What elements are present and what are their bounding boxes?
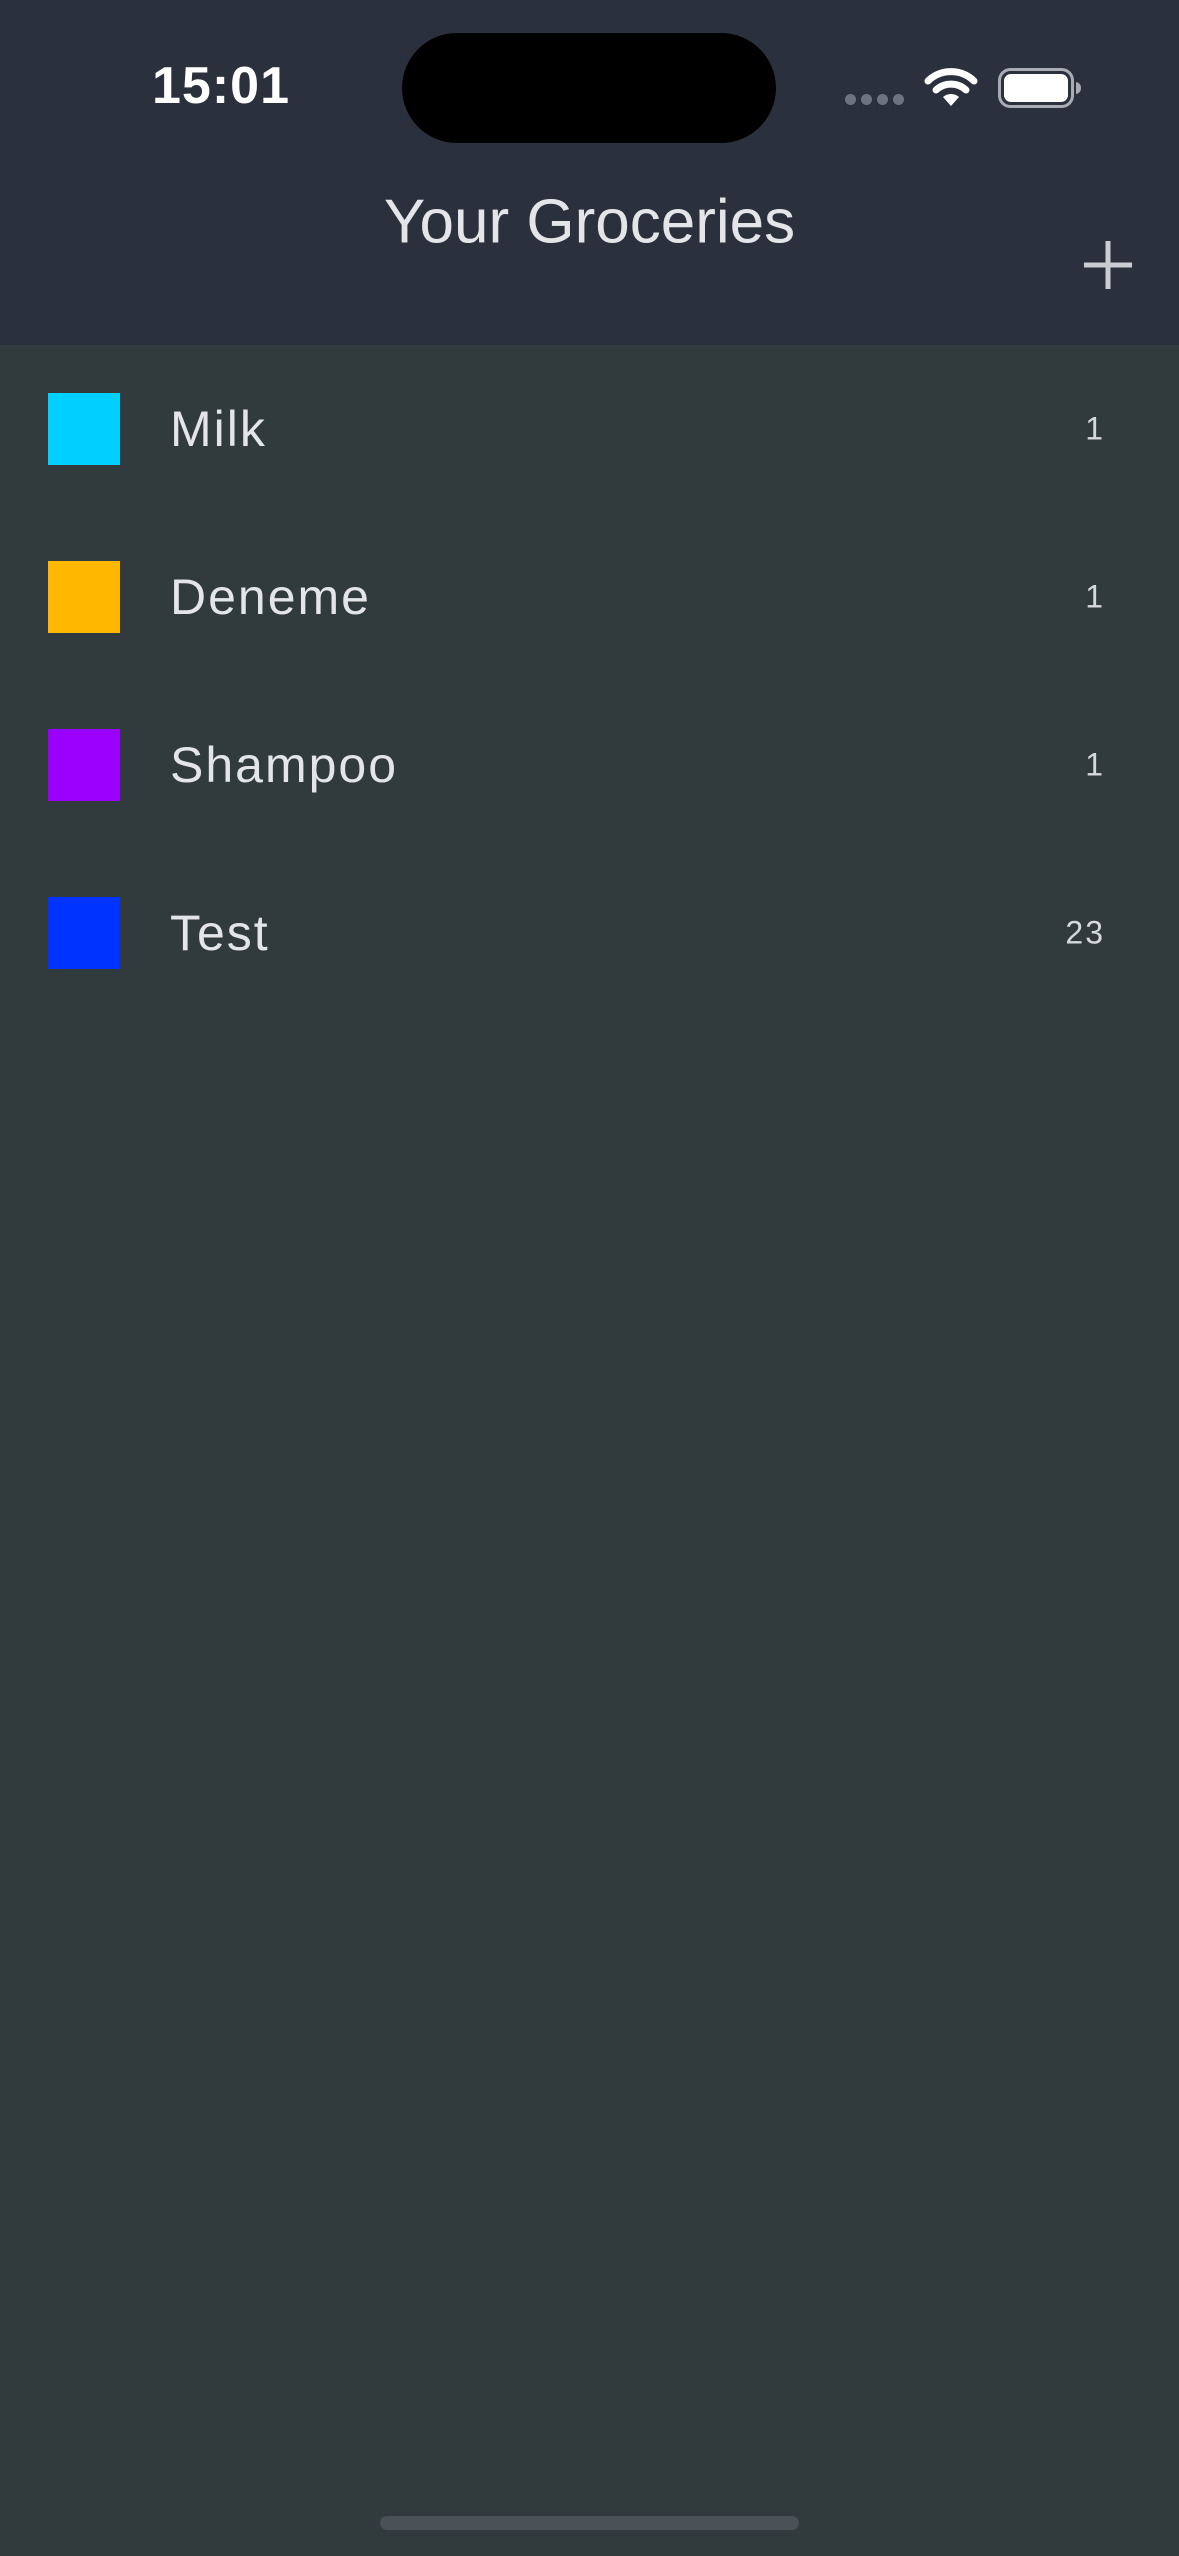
item-name: Deneme [170, 569, 371, 625]
list-item[interactable]: Shampoo 1 [0, 681, 1179, 849]
item-name: Test [170, 905, 270, 961]
category-color-swatch [48, 729, 120, 801]
item-quantity: 1 [1085, 746, 1105, 783]
item-name: Shampoo [170, 737, 399, 793]
list-item[interactable]: Deneme 1 [0, 513, 1179, 681]
category-color-swatch [48, 897, 120, 969]
dynamic-island [402, 33, 776, 143]
item-name: Milk [170, 401, 267, 457]
plus-icon [1084, 241, 1132, 289]
grocery-list: Milk 1 Deneme 1 Shampoo 1 Test 23 [0, 345, 1179, 1017]
category-color-swatch [48, 561, 120, 633]
item-quantity: 1 [1085, 578, 1105, 615]
battery-icon [998, 68, 1081, 108]
list-item[interactable]: Test 23 [0, 849, 1179, 1017]
category-color-swatch [48, 393, 120, 465]
home-indicator [380, 2516, 799, 2530]
page-title: Your Groceries [383, 187, 796, 257]
item-quantity: 1 [1085, 410, 1105, 447]
wifi-icon [924, 68, 978, 106]
add-item-button[interactable] [1078, 235, 1138, 295]
list-item[interactable]: Milk 1 [0, 345, 1179, 513]
item-quantity: 23 [1065, 914, 1105, 951]
app-header: 15:01 Your Groceries [0, 0, 1179, 345]
status-time: 15:01 [152, 57, 290, 115]
cellular-signal-icon [845, 94, 905, 108]
